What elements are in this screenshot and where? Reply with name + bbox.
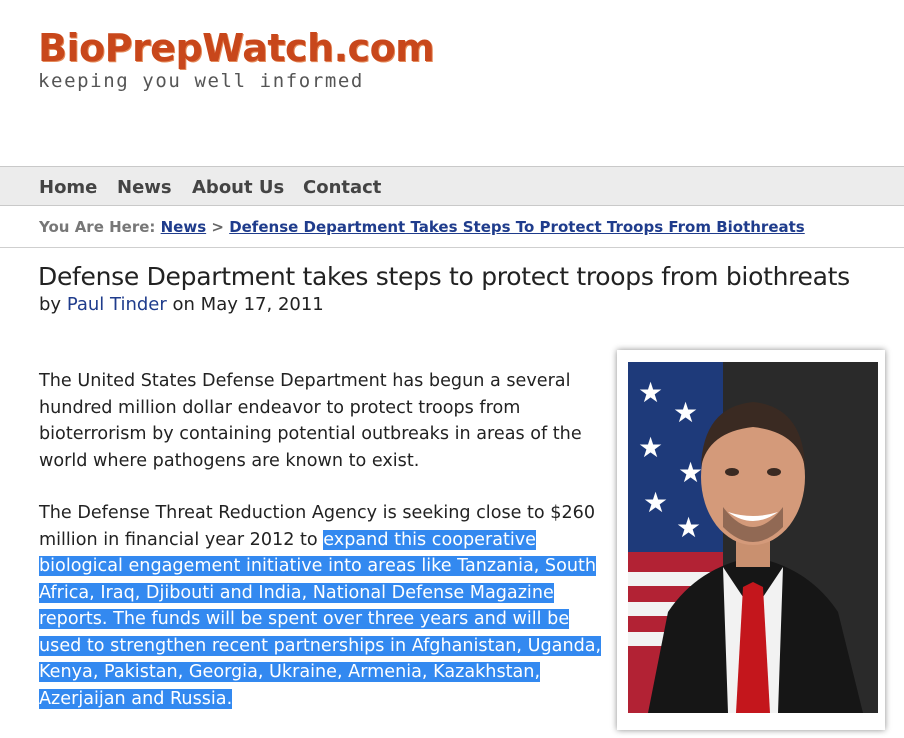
portrait-illustration: ★ ★ ★ ★ ★ ★ [628,362,878,713]
article-paragraph-2: The Defense Threat Reduction Agency is s… [39,500,614,712]
byline-prefix: by [39,294,62,315]
nav-contact[interactable]: Contact [303,177,381,198]
breadcrumb-news-link[interactable]: News [161,218,207,236]
svg-text:★: ★ [676,511,701,544]
article-paragraph-1: The United States Defense Department has… [39,371,582,471]
portrait-photo: ★ ★ ★ ★ ★ ★ [628,362,878,713]
author-photo-frame: ★ ★ ★ ★ ★ ★ [617,350,885,730]
breadcrumb: You Are Here: News > Defense Department … [0,207,904,248]
nav-home[interactable]: Home [39,177,97,198]
article-title: Defense Department takes steps to protec… [38,262,850,291]
logo-tagline: keeping you well informed [38,70,364,92]
article-byline: by Paul Tinder on May 17, 2011 [39,294,324,315]
svg-text:★: ★ [638,376,663,409]
svg-text:★: ★ [673,396,698,429]
selected-text-highlight: expand this cooperative biological engag… [39,529,602,709]
date-prefix: on [172,294,195,315]
logo-title: BioPrepWatch.com [38,26,435,70]
breadcrumb-separator: > [211,218,224,236]
author-link[interactable]: Paul Tinder [67,294,167,315]
breadcrumb-label: You Are Here: [39,218,156,236]
svg-text:★: ★ [678,456,703,489]
site-logo[interactable]: BioPrepWatch.com keeping you well inform… [38,26,435,92]
article-date: May 17, 2011 [200,294,324,315]
breadcrumb-article-link[interactable]: Defense Department Takes Steps To Protec… [229,218,805,236]
nav-news[interactable]: News [117,177,172,198]
main-nav: Home News About Us Contact [0,166,904,206]
nav-about-us[interactable]: About Us [192,177,284,198]
svg-text:★: ★ [638,431,663,464]
svg-text:★: ★ [643,486,668,519]
